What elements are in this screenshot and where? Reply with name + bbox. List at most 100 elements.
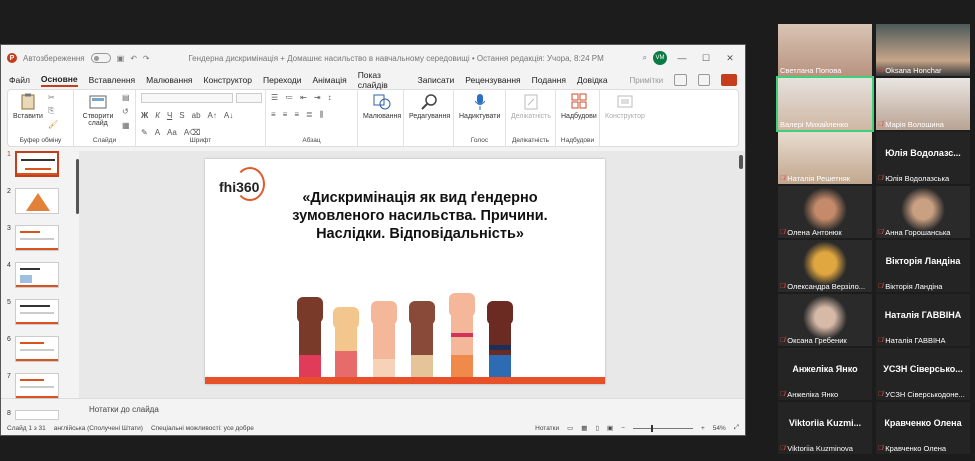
fit-slide-icon[interactable]: ⤢	[734, 424, 739, 432]
maximize-icon[interactable]: ☐	[697, 53, 715, 64]
participant-tile[interactable]: Анжеліка Янко 🎙̸ Анжеліка Янко	[778, 348, 872, 400]
char-spacing-icon[interactable]: ab	[192, 111, 201, 120]
grow-font-icon[interactable]: A↑	[208, 111, 217, 120]
undo-icon[interactable]: ↶	[130, 54, 137, 63]
canvas-scrollbar[interactable]	[739, 155, 743, 169]
format-painter-icon[interactable]: 🖌	[48, 120, 58, 129]
reset-icon[interactable]: ↺	[122, 107, 130, 116]
redo-icon[interactable]: ↷	[143, 54, 150, 63]
participant-tile[interactable]: 🎙̸ Оксана Гребеник	[778, 294, 872, 346]
dictate-button[interactable]: Надиктувати	[459, 93, 500, 120]
tab-design[interactable]: Конструктор	[204, 75, 252, 85]
editing-button[interactable]: Редагування	[409, 93, 450, 120]
zoom-in-icon[interactable]: +	[701, 425, 705, 432]
tab-file[interactable]: Файл	[9, 75, 30, 85]
present-icon[interactable]	[697, 74, 711, 86]
numbering-icon[interactable]: ≔	[285, 93, 293, 102]
paste-button[interactable]: Вставити	[13, 93, 43, 120]
bullets-icon[interactable]: ☰	[271, 93, 278, 102]
participant-tile[interactable]: Viktoriia Kuzmi... 🎙̸ Viktoriia Kuzminova	[778, 402, 872, 454]
notes-pane[interactable]: Нотатки до слайда	[1, 398, 745, 420]
font-size-select[interactable]	[236, 93, 262, 103]
underline-icon[interactable]: Ч	[167, 111, 172, 120]
participant-tile[interactable]: Валері Михайленко	[776, 76, 874, 132]
new-slide-button[interactable]: Створити слайд	[79, 93, 117, 127]
change-case-icon[interactable]: Aa	[167, 128, 177, 137]
font-name-select[interactable]	[141, 93, 233, 103]
participant-tile[interactable]: Наталія ГАВВІНА 🎙̸ Наталія ГАВВІНА	[876, 294, 970, 346]
tab-help[interactable]: Довідка	[577, 75, 608, 85]
participant-tile[interactable]: УСЗН Сіверсько... 🎙̸ УСЗН Сіверськодоне..…	[876, 348, 970, 400]
share-button[interactable]	[721, 74, 737, 86]
addins-button[interactable]: Надбудови	[561, 93, 597, 120]
cut-icon[interactable]: ✂	[48, 93, 58, 102]
language-status[interactable]: англійська (Сполучені Штати)	[54, 425, 143, 432]
align-left-icon[interactable]: ≡	[271, 110, 276, 120]
tab-view[interactable]: Подання	[532, 75, 566, 85]
participant-tile[interactable]: 🎙̸ Анна Горошанська	[876, 186, 970, 238]
search-icon[interactable]: ⌕	[643, 53, 647, 63]
reading-view-icon[interactable]: ▯	[595, 424, 599, 432]
slide-thumbnail[interactable]: 2	[1, 188, 79, 225]
slide-thumbnail[interactable]: 5	[1, 299, 79, 336]
participant-tile[interactable]: 🎙̸ Oksana Honchar	[876, 24, 970, 76]
tab-review[interactable]: Рецензування	[465, 75, 520, 85]
accessibility-status[interactable]: Спеціальні можливості: усе добре	[151, 425, 254, 432]
tab-animations[interactable]: Анімація	[313, 75, 347, 85]
participant-tile[interactable]: 🎙̸ Олена Антонюк	[778, 186, 872, 238]
participant-tile[interactable]: Светлана Попова	[778, 24, 872, 76]
slide-thumbnail[interactable]: 3	[1, 225, 79, 262]
normal-view-icon[interactable]: ▭	[567, 424, 573, 432]
shrink-font-icon[interactable]: A↓	[224, 111, 233, 120]
minimize-icon[interactable]: —	[673, 53, 691, 63]
tab-record[interactable]: Записати	[418, 75, 455, 85]
slideshow-view-icon[interactable]: ▣	[607, 424, 613, 432]
sensitivity-button[interactable]: Делікатність	[511, 93, 551, 120]
line-spacing-icon[interactable]: ↕	[328, 93, 332, 102]
zoom-out-icon[interactable]: −	[621, 425, 625, 432]
align-center-icon[interactable]: ≡	[283, 110, 288, 120]
tab-home[interactable]: Основне	[40, 74, 78, 87]
highlight-icon[interactable]: ✎	[141, 128, 148, 137]
sorter-view-icon[interactable]: ▦	[581, 424, 587, 432]
notes-button[interactable]: Нотатки	[535, 425, 559, 432]
participant-tile[interactable]: 🎙̸ Наталія Решетняк	[778, 132, 872, 184]
copy-icon[interactable]: ⎘	[48, 106, 58, 116]
justify-icon[interactable]: ≣	[306, 110, 313, 120]
layout-icon[interactable]: ▤	[122, 93, 130, 102]
slide-thumbnail[interactable]: 6	[1, 336, 79, 373]
section-icon[interactable]: ▦	[122, 121, 130, 130]
tab-insert[interactable]: Вставлення	[89, 75, 135, 85]
bold-icon[interactable]: Ж	[141, 111, 148, 120]
drawing-button[interactable]: Малювання	[363, 93, 401, 120]
user-avatar[interactable]: VM	[653, 51, 667, 65]
participant-tile[interactable]: 🎙̸ Марія Волошина	[876, 78, 970, 130]
close-icon[interactable]: ✕	[721, 53, 739, 64]
slide-thumbnail[interactable]: 4	[1, 262, 79, 299]
participant-tile[interactable]: Вікторія Ландіна 🎙̸ Вікторія Ландіна	[876, 240, 970, 292]
tab-slideshow[interactable]: Показ слайдів	[358, 70, 407, 90]
slide-thumbnail[interactable]: 1	[1, 151, 79, 188]
autosave-toggle[interactable]	[90, 53, 111, 63]
tab-transitions[interactable]: Переходи	[263, 75, 302, 85]
italic-icon[interactable]: К	[155, 111, 160, 120]
outdent-icon[interactable]: ⇥	[314, 93, 321, 102]
tab-draw[interactable]: Малювання	[146, 75, 192, 85]
slide-title[interactable]: «Дискримінація як вид ґендерно зумовлено…	[265, 189, 575, 243]
indent-icon[interactable]: ⇤	[300, 93, 307, 102]
record-icon[interactable]	[674, 74, 687, 86]
strikethrough-icon[interactable]: S	[179, 111, 184, 120]
designer-button[interactable]: Конструктор	[605, 93, 645, 120]
participant-tile[interactable]: 🎙̸ Олександра Верзіло...	[778, 240, 872, 292]
columns-icon[interactable]: ⫼	[320, 110, 324, 120]
save-icon[interactable]: ▣	[117, 54, 125, 63]
align-right-icon[interactable]: ≡	[294, 110, 299, 120]
zoom-slider[interactable]	[632, 424, 693, 432]
clear-format-icon[interactable]: A⌫	[184, 128, 201, 137]
participant-tile[interactable]: Кравченко Олена 🎙̸ Кравченко Олена	[876, 402, 970, 454]
font-color-icon[interactable]: A	[155, 128, 160, 137]
current-slide[interactable]: fhi360 «Дискримінація як вид ґендерно зу…	[205, 159, 605, 384]
zoom-level[interactable]: 54%	[713, 425, 726, 432]
participant-tile[interactable]: Юлія Водолазс... 🎙̸ Юлія Водолазська	[876, 132, 970, 184]
comments-button[interactable]: Примітки	[630, 76, 664, 85]
